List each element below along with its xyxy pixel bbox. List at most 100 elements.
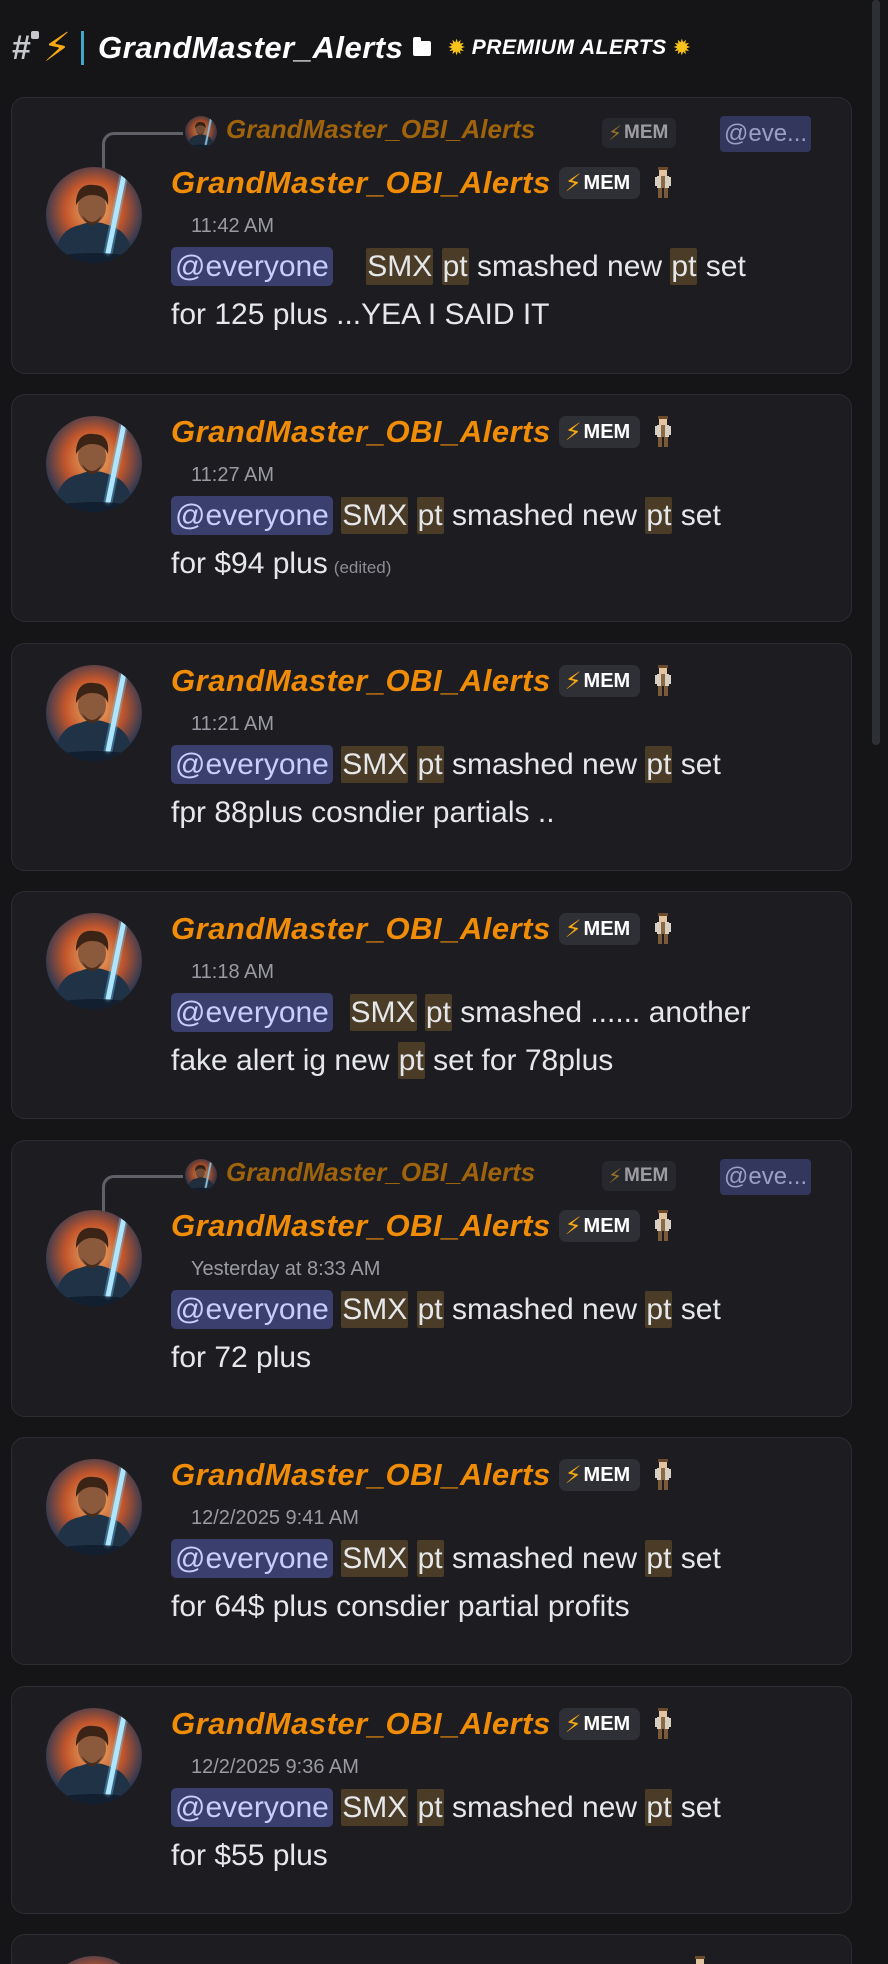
mention[interactable]: @everyone xyxy=(171,496,333,535)
highlight: pt xyxy=(645,746,673,783)
scrollbar-thumb[interactable] xyxy=(872,0,880,745)
text-segment: set xyxy=(680,748,721,781)
scrollbar-track[interactable] xyxy=(872,0,880,745)
text-segment: set xyxy=(705,250,746,283)
avatar[interactable] xyxy=(46,1210,142,1306)
mention[interactable]: @everyone xyxy=(171,247,333,286)
highlight: pt xyxy=(416,1789,444,1826)
channel-name[interactable]: GrandMaster_Alerts xyxy=(98,30,403,66)
mention[interactable]: @everyone xyxy=(171,993,333,1032)
message-card[interactable]: GrandMaster_OBI_Alerts ⚡ MEM 12/2/2025 9:… xyxy=(11,1686,852,1914)
sun-icon: ✹ xyxy=(447,35,466,60)
role-tag[interactable]: ⚡ MEM xyxy=(558,1708,641,1740)
message-content: GrandMaster_OBI_Alerts ⚡ MEM 11:18 AM @ev… xyxy=(171,909,831,1085)
message-content: GrandMaster_OBI_Alerts ⚡ MEM 11:21 AM @ev… xyxy=(171,661,831,837)
mention[interactable]: @everyone xyxy=(171,1290,333,1329)
tag-label: MEM xyxy=(624,122,669,143)
timestamp[interactable]: 12/2/2025 9:36 AM xyxy=(191,1752,831,1782)
text-segment: set xyxy=(680,1293,721,1326)
timestamp[interactable]: Yesterday at 8:33 AM xyxy=(191,1254,831,1284)
text-segment: set xyxy=(680,499,721,532)
avatar[interactable] xyxy=(46,1459,142,1555)
username[interactable]: GrandMaster_OBI_Alerts xyxy=(171,1208,551,1244)
username[interactable]: GrandMaster_OBI_Alerts xyxy=(171,1706,551,1742)
jedi-icon xyxy=(692,1956,708,1964)
reply-mention[interactable]: @eve... xyxy=(720,1159,812,1195)
role-tag[interactable]: ⚡ MEM xyxy=(558,167,641,199)
highlight: pt xyxy=(645,1540,673,1577)
message-card[interactable]: GrandMaster_OBI_Alerts ⚡ MEM 11:21 AM @ev… xyxy=(11,643,852,871)
message-header: GrandMaster_OBI_Alerts ⚡ MEM xyxy=(171,1206,831,1246)
jedi-icon xyxy=(655,913,672,944)
message-card[interactable]: GrandMaster_OBI_Alerts ⚡ MEM @eve... Gran… xyxy=(11,1140,852,1417)
highlight: pt xyxy=(645,1789,673,1826)
message-card[interactable]: GrandMaster_OBI_Alerts ⚡ MEM @eve... Gran… xyxy=(11,97,852,374)
reply-avatar xyxy=(185,116,217,148)
text-segment: for 125 plus ...YEA I SAID IT xyxy=(171,298,550,331)
tag-label: MEM xyxy=(583,420,631,443)
reply-username[interactable]: GrandMaster_OBI_Alerts xyxy=(226,1157,535,1188)
mention[interactable]: @everyone xyxy=(171,745,333,784)
sun-icon: ✹ xyxy=(672,35,692,60)
message-content: GrandMaster_OBI_Alerts ⚡ MEM 12/2/2025 9:… xyxy=(171,1704,831,1880)
role-tag[interactable]: ⚡ MEM xyxy=(558,913,641,945)
timestamp[interactable]: 11:27 AM xyxy=(191,460,831,490)
username[interactable]: GrandMaster_OBI_Alerts xyxy=(171,663,551,699)
highlight: pt xyxy=(441,248,469,285)
highlight: pt xyxy=(416,746,444,783)
tag-label: MEM xyxy=(624,1165,669,1186)
message-card[interactable] xyxy=(11,1934,852,1964)
timestamp[interactable]: 11:21 AM xyxy=(191,709,831,739)
timestamp[interactable]: 11:42 AM xyxy=(191,211,831,241)
username[interactable]: GrandMaster_OBI_Alerts xyxy=(171,414,551,450)
mention[interactable]: @everyone xyxy=(171,1788,333,1827)
reply-avatar xyxy=(185,1159,217,1191)
timestamp[interactable]: 12/2/2025 9:41 AM xyxy=(191,1503,831,1533)
text-segment: set xyxy=(680,1542,721,1575)
message-card[interactable]: GrandMaster_OBI_Alerts ⚡ MEM 11:27 AM @ev… xyxy=(11,394,852,622)
message-text: @everyone SMX pt smashed new pt set for … xyxy=(171,1535,831,1631)
text-segment: smashed ...... another xyxy=(460,996,751,1029)
username[interactable]: GrandMaster_OBI_Alerts xyxy=(171,911,551,947)
folder-icon xyxy=(413,36,432,56)
text-segment: smashed new xyxy=(451,1791,638,1824)
lightning-bolt-icon: ⚡ xyxy=(564,915,582,943)
message-text: @everyone SMX pt smashed new pt set for … xyxy=(171,1286,831,1382)
highlight: pt xyxy=(416,1540,444,1577)
message-header: GrandMaster_OBI_Alerts ⚡ MEM xyxy=(171,909,831,949)
mention[interactable]: @everyone xyxy=(171,1539,333,1578)
role-tag[interactable]: ⚡ MEM xyxy=(558,1210,641,1242)
lightning-bolt-icon: ⚡ xyxy=(564,1461,582,1489)
avatar[interactable] xyxy=(46,416,142,512)
avatar[interactable] xyxy=(46,1708,142,1804)
tag-label: MEM xyxy=(583,1214,631,1237)
username[interactable]: GrandMaster_OBI_Alerts xyxy=(171,165,551,201)
message-header: GrandMaster_OBI_Alerts ⚡ MEM xyxy=(171,1455,831,1495)
highlight: SMX xyxy=(341,746,409,783)
message-card[interactable]: GrandMaster_OBI_Alerts ⚡ MEM 11:18 AM @ev… xyxy=(11,891,852,1119)
text-segment: smashed new xyxy=(451,499,638,532)
highlight: SMX xyxy=(341,497,409,534)
reply-mention[interactable]: @eve... xyxy=(720,116,812,152)
role-tag[interactable]: ⚡ MEM xyxy=(558,416,641,448)
avatar[interactable] xyxy=(46,167,142,263)
message-card[interactable]: GrandMaster_OBI_Alerts ⚡ MEM 12/2/2025 9:… xyxy=(11,1437,852,1665)
tag-label: MEM xyxy=(583,669,631,692)
avatar[interactable] xyxy=(46,913,142,1009)
avatar[interactable] xyxy=(46,1956,142,1964)
lightning-bolt-icon: ⚡ xyxy=(608,1165,623,1188)
highlight: SMX xyxy=(341,1789,409,1826)
tag-label: MEM xyxy=(583,917,631,940)
username[interactable]: GrandMaster_OBI_Alerts xyxy=(171,1457,551,1493)
reply-username[interactable]: GrandMaster_OBI_Alerts xyxy=(226,114,535,145)
text-segment: for 64$ plus consdier partial profits xyxy=(171,1590,630,1623)
role-tag[interactable]: ⚡ MEM xyxy=(558,1459,641,1491)
message-content xyxy=(171,1952,831,1964)
avatar[interactable] xyxy=(46,665,142,761)
timestamp[interactable]: 11:18 AM xyxy=(191,957,831,987)
highlight: SMX xyxy=(366,248,434,285)
lightning-bolt-icon: ⚡ xyxy=(564,1212,582,1240)
message-content: GrandMaster_OBI_Alerts ⚡ MEM 12/2/2025 9:… xyxy=(171,1455,831,1631)
edited-label: (edited) xyxy=(333,558,392,577)
role-tag[interactable]: ⚡ MEM xyxy=(558,665,641,697)
